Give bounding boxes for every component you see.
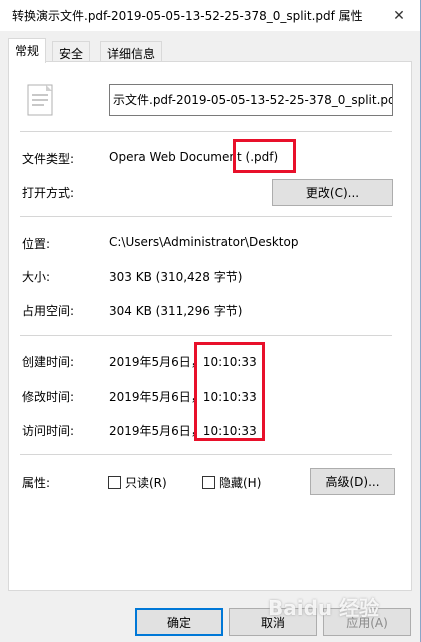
readonly-checkbox-box[interactable] bbox=[108, 476, 121, 489]
advanced-button[interactable]: 高级(D)... bbox=[310, 468, 395, 495]
highlight-box-times bbox=[194, 342, 265, 441]
general-panel bbox=[8, 61, 412, 591]
divider bbox=[20, 335, 392, 336]
divider bbox=[20, 216, 392, 217]
highlight-box-file-type bbox=[233, 139, 296, 173]
accessed-label: 访问时间: bbox=[22, 424, 75, 438]
file-type-label: 文件类型: bbox=[22, 152, 75, 166]
size-value: 303 KB (310,428 字节) bbox=[109, 270, 243, 284]
watermark-logo: Baidu 经验 bbox=[268, 596, 380, 620]
opens-with-label: 打开方式: bbox=[22, 186, 75, 200]
tab-security[interactable]: 安全 bbox=[52, 41, 91, 62]
change-button[interactable]: 更改(C)... bbox=[272, 179, 393, 206]
title-bar[interactable]: 转换演示文件.pdf-2019-05-05-13-52-25-378_0_spl… bbox=[0, 0, 420, 31]
hidden-checkbox-label: 隐藏(H) bbox=[219, 476, 262, 490]
modified-label: 修改时间: bbox=[22, 390, 75, 404]
readonly-checkbox[interactable]: 只读(R) bbox=[108, 474, 167, 491]
properties-window: 转换演示文件.pdf-2019-05-05-13-52-25-378_0_spl… bbox=[0, 0, 421, 642]
size-label: 大小: bbox=[22, 270, 51, 284]
divider bbox=[20, 454, 392, 455]
size-on-disk-label: 占用空间: bbox=[22, 304, 75, 318]
readonly-checkbox-label: 只读(R) bbox=[125, 476, 167, 490]
divider bbox=[20, 131, 392, 132]
pdf-file-icon bbox=[27, 84, 53, 116]
location-value: C:\Users\Administrator\Desktop bbox=[109, 235, 299, 249]
ok-button[interactable]: 确定 bbox=[135, 608, 223, 636]
tab-details[interactable]: 详细信息 bbox=[100, 41, 163, 62]
tab-general[interactable]: 常规 bbox=[8, 38, 47, 63]
close-icon[interactable]: ✕ bbox=[382, 0, 416, 31]
location-label: 位置: bbox=[22, 237, 51, 251]
created-label: 创建时间: bbox=[22, 355, 75, 369]
attributes-label: 属性: bbox=[22, 476, 51, 490]
file-name-input[interactable]: 示文件.pdf-2019-05-05-13-52-25-378_0_split.… bbox=[109, 84, 393, 116]
hidden-checkbox-box[interactable] bbox=[202, 476, 215, 489]
size-on-disk-value: 304 KB (311,296 字节) bbox=[109, 304, 243, 318]
window-title: 转换演示文件.pdf-2019-05-05-13-52-25-378_0_spl… bbox=[12, 9, 363, 23]
hidden-checkbox[interactable]: 隐藏(H) bbox=[202, 474, 261, 491]
